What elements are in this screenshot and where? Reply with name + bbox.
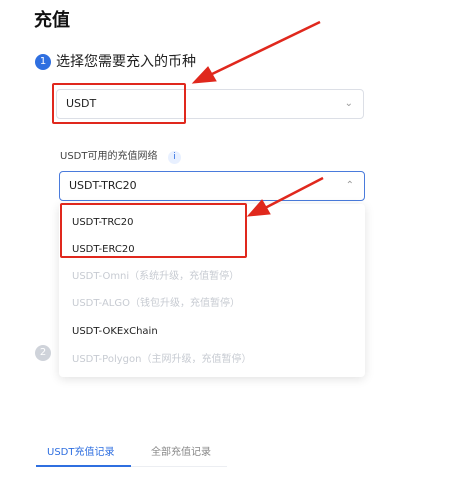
- annotation-arrow-1-head: [191, 66, 217, 84]
- tab-active-indicator: [36, 465, 131, 467]
- tabs-divider: [131, 466, 227, 467]
- tab-usdt-records[interactable]: USDT充值记录: [47, 445, 114, 461]
- annotation-arrows: [191, 20, 324, 217]
- annotation-arrow-2-head: [246, 199, 271, 217]
- annotation-arrow-1-shaft: [209, 20, 321, 77]
- annotation-arrow-2-shaft: [264, 176, 324, 210]
- tab-all-records[interactable]: 全部充值记录: [151, 445, 211, 461]
